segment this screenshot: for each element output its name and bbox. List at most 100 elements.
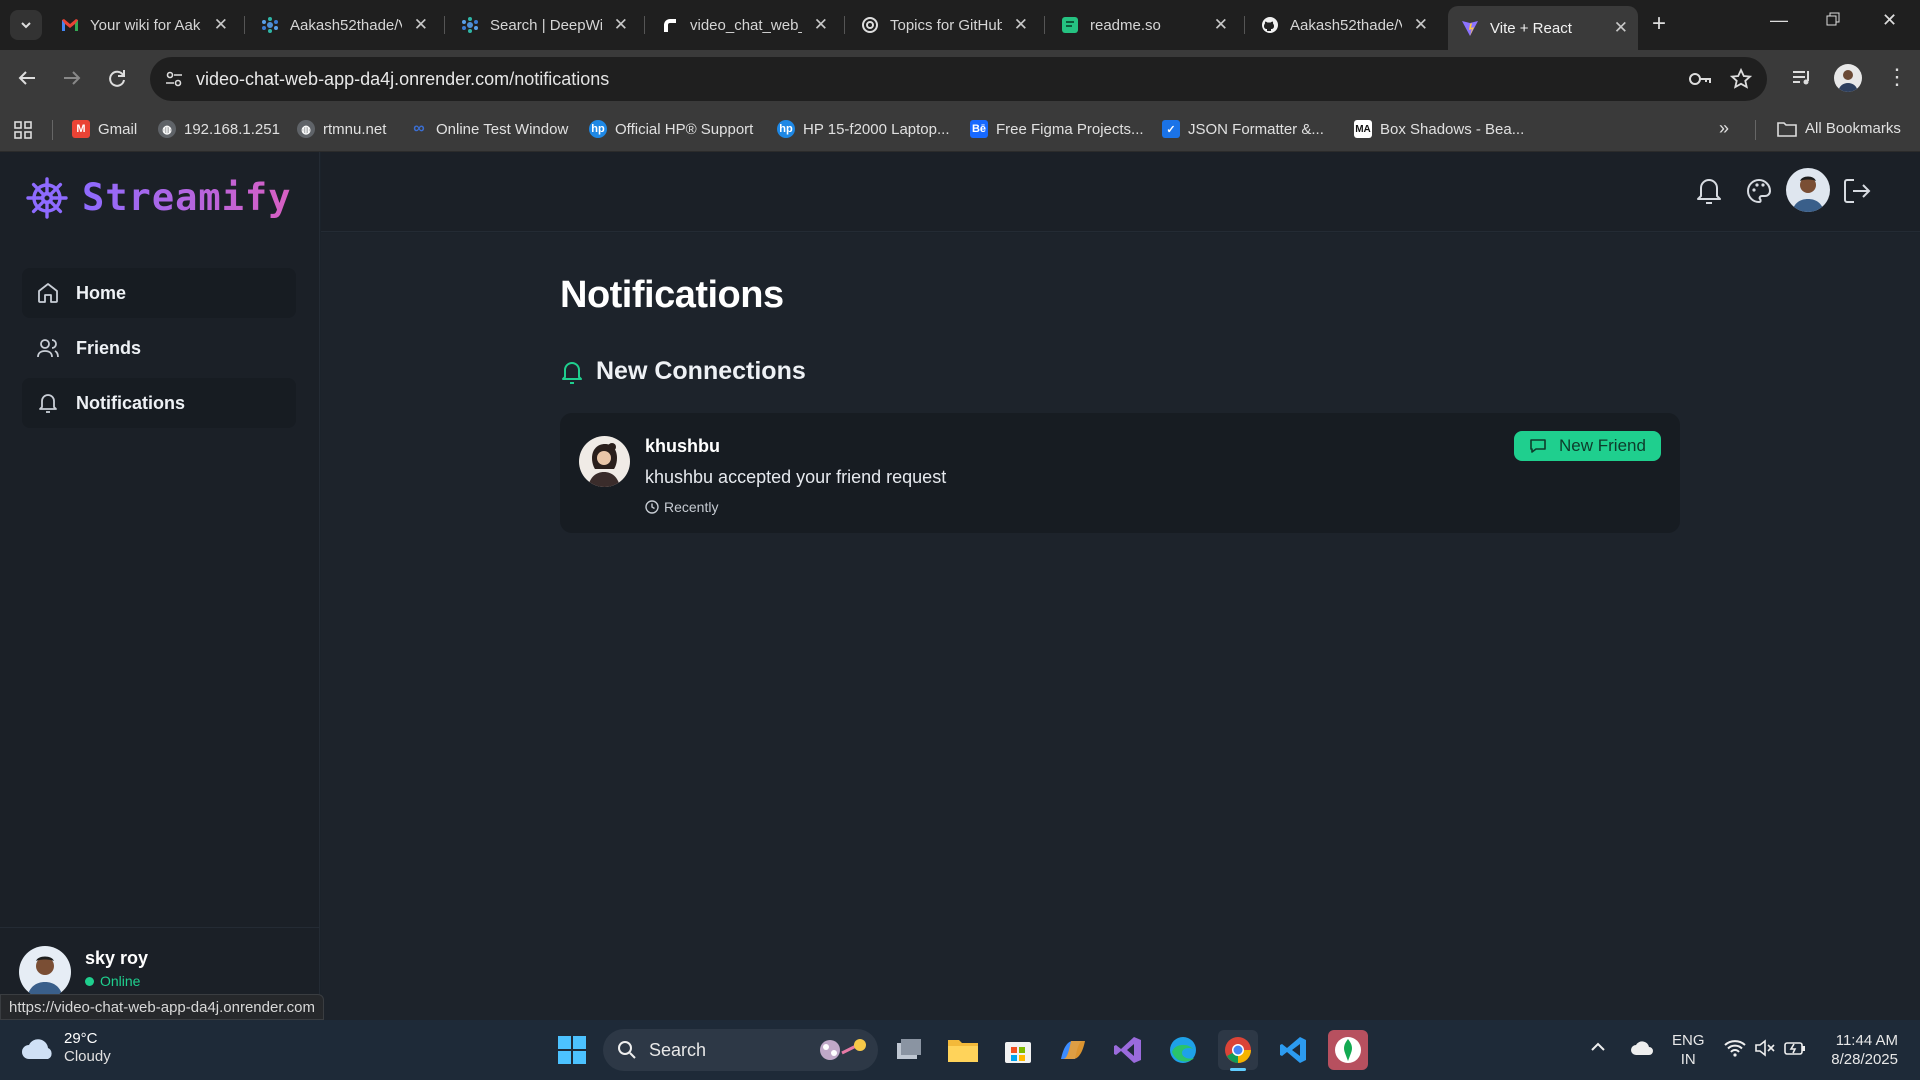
windows-taskbar: 29°C Cloudy Search ENG IN 11:44 AM 8/28/… [0, 1020, 1920, 1080]
wifi-icon[interactable] [1724, 1039, 1746, 1057]
copilot-icon [1061, 1041, 1085, 1059]
bookmark-rtmnu[interactable]: ◍ rtmnu.net [297, 120, 386, 138]
sidebar-item-friends[interactable]: Friends [22, 323, 296, 373]
site-info-icon[interactable] [164, 69, 184, 89]
reload-button[interactable] [106, 67, 128, 89]
bookmark-box-shadows[interactable]: MA Box Shadows - Bea... [1354, 120, 1524, 138]
bookmark-json[interactable]: ✓ JSON Formatter &... [1162, 120, 1324, 138]
clock-time: 11:44 AM [1835, 1032, 1898, 1049]
theme-selector-button[interactable] [1746, 178, 1772, 204]
bookmark-figma[interactable]: Bē Free Figma Projects... [970, 120, 1144, 138]
task-view-button[interactable] [889, 1030, 929, 1070]
status-url-bar: https://video-chat-web-app-da4j.onrender… [0, 994, 325, 1020]
tab-close-icon[interactable]: ✕ [614, 16, 628, 34]
bookmark-hp-support[interactable]: hp Official HP® Support [589, 120, 753, 138]
tab-title: video_chat_web_ [690, 16, 802, 34]
password-key-icon[interactable] [1688, 69, 1712, 89]
bookmark-label: JSON Formatter &... [1188, 120, 1324, 138]
sidebar-item-home[interactable]: Home [22, 268, 296, 318]
new-tab-button[interactable]: + [1652, 12, 1666, 36]
address-bar[interactable]: video-chat-web-app-da4j.onrender.com/not… [150, 57, 1767, 101]
gmail-icon [60, 15, 80, 35]
bookmark-hp-laptop[interactable]: hp HP 15-f2000 Laptop... [777, 120, 950, 138]
tab-close-icon[interactable]: ✕ [1214, 16, 1228, 34]
clock[interactable]: 11:44 AM 8/28/2025 [1822, 1031, 1898, 1069]
edge-button[interactable] [1163, 1030, 1203, 1070]
bookmark-label: Official HP® Support [615, 120, 754, 138]
clock-icon [645, 500, 659, 514]
user-status: Online [85, 973, 140, 989]
browser-tab[interactable]: Topics for GitHub ✕ [848, 8, 1038, 42]
bookmark-label: HP 15-f2000 Laptop... [803, 120, 950, 138]
weather-widget[interactable]: 29°C Cloudy [20, 1030, 111, 1066]
app-logo[interactable]: Streamify [26, 176, 291, 219]
back-button[interactable] [16, 67, 38, 89]
bell-icon [562, 361, 582, 384]
apps-grid-icon[interactable] [14, 121, 32, 139]
sidebar-item-label: Friends [76, 337, 142, 358]
badge-label: New Friend [1559, 436, 1646, 455]
bookmark-label: Box Shadows - Bea... [1380, 120, 1525, 138]
tab-close-icon[interactable]: ✕ [414, 16, 428, 34]
sidebar-item-notifications[interactable]: Notifications [22, 378, 296, 428]
tab-close-icon[interactable]: ✕ [1014, 16, 1028, 34]
taskbar-search[interactable]: Search [603, 1029, 878, 1071]
ms-store-button[interactable] [998, 1030, 1038, 1070]
mongodb-compass-button[interactable] [1328, 1030, 1368, 1070]
notifications-button[interactable] [1695, 176, 1723, 206]
volume-muted-icon[interactable] [1754, 1039, 1776, 1057]
bookmark-online-test[interactable]: ∞ Online Test Window [410, 120, 568, 138]
browser-tab[interactable]: Search | DeepWiki ✕ [448, 8, 638, 42]
browser-tab[interactable]: readme.so ✕ [1048, 8, 1238, 42]
vscode-icon [1280, 1037, 1306, 1063]
start-button[interactable] [552, 1030, 592, 1070]
bell-icon [1697, 179, 1721, 204]
visual-studio-button[interactable] [1108, 1030, 1148, 1070]
search-label: Search [649, 1039, 707, 1060]
battery-icon[interactable] [1784, 1039, 1806, 1057]
show-hidden-icons[interactable] [1590, 1040, 1606, 1052]
onedrive-icon[interactable] [1630, 1040, 1654, 1056]
browser-tab[interactable]: video_chat_web_ ✕ [648, 8, 838, 42]
sidebar-item-label: Home [76, 282, 127, 303]
bookmark-ip[interactable]: ◍ 192.168.1.251 [158, 120, 280, 138]
store-icon [1005, 1042, 1031, 1063]
menu-dots-icon[interactable]: ⋮ [1886, 66, 1908, 88]
browser-tab-active[interactable]: Vite + React ✕ [1448, 6, 1638, 50]
tab-close-icon[interactable]: ✕ [1414, 16, 1428, 34]
header-avatar[interactable] [1786, 168, 1830, 212]
logout-button[interactable] [1843, 178, 1871, 204]
weather-temp: 29°C [64, 1030, 98, 1047]
windows-icon [558, 1036, 586, 1064]
close-window-button[interactable]: ✕ [1882, 10, 1897, 31]
tab-close-icon[interactable]: ✕ [814, 16, 828, 34]
main-content: Notifications New Connections khushbu kh… [321, 233, 1920, 1020]
bookmark-star-icon[interactable] [1730, 68, 1752, 90]
tab-search-button[interactable] [10, 10, 42, 40]
section-header: New Connections [560, 357, 806, 386]
language-indicator[interactable]: ENG IN [1672, 1031, 1705, 1069]
chevron-down-icon [21, 22, 31, 29]
chrome-button[interactable] [1218, 1030, 1258, 1071]
message-icon [1530, 439, 1546, 453]
bookmarks-bar: M Gmail ◍ 192.168.1.251 ◍ rtmnu.net ∞ Online… [0, 108, 1920, 152]
more-bookmarks-icon[interactable]: » [1719, 118, 1729, 139]
browser-tab[interactable]: Your wiki for Aak ✕ [48, 8, 238, 42]
file-explorer-button[interactable] [943, 1030, 983, 1070]
media-control-icon[interactable] [1791, 68, 1813, 88]
bookmark-gmail[interactable]: M Gmail [72, 120, 137, 138]
forward-button[interactable] [61, 67, 83, 89]
tab-close-icon[interactable]: ✕ [1614, 19, 1628, 37]
tab-title: Aakash52thade/V [1290, 16, 1402, 34]
profile-avatar[interactable] [1834, 64, 1862, 92]
readme-icon [1060, 15, 1080, 35]
browser-tab[interactable]: Aakash52thade/V ✕ [248, 8, 438, 42]
restore-button[interactable] [1826, 12, 1840, 26]
copilot-button[interactable] [1053, 1030, 1093, 1070]
browser-tab[interactable]: Aakash52thade/V ✕ [1248, 8, 1438, 42]
tab-close-icon[interactable]: ✕ [214, 16, 228, 34]
vscode-button[interactable] [1273, 1030, 1313, 1070]
minimize-button[interactable]: — [1770, 10, 1788, 31]
deepwiki-icon [260, 15, 280, 35]
all-bookmarks-folder[interactable]: All Bookmarks [1777, 120, 1901, 137]
